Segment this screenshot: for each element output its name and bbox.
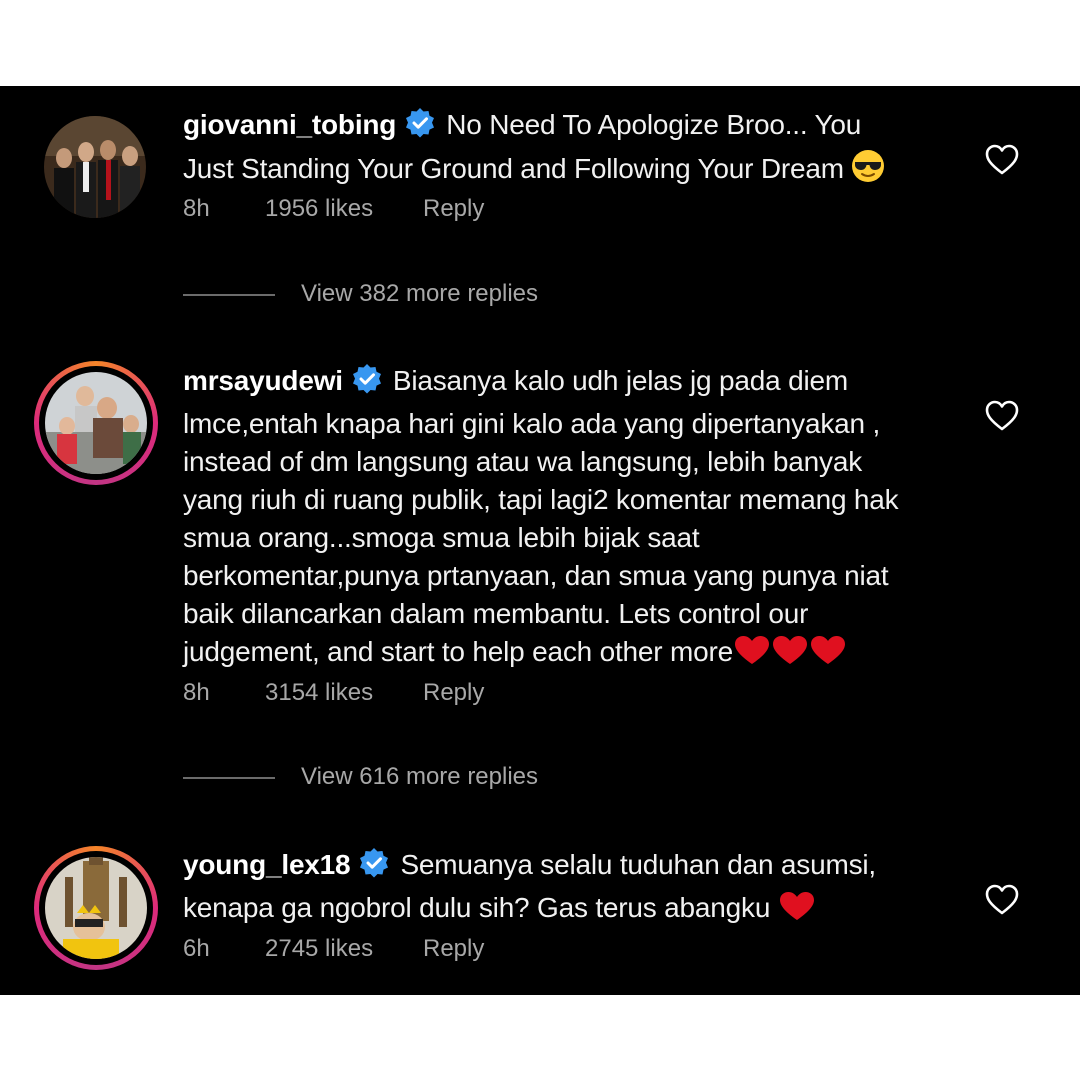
username[interactable]: young_lex18 — [183, 849, 351, 880]
timestamp: 6h — [183, 935, 210, 962]
sunglasses-emoji-icon — [851, 149, 885, 193]
verified-badge-icon — [404, 107, 436, 149]
username[interactable]: giovanni_tobing — [183, 109, 396, 140]
comment-body: mrsayudewi Biasanya kalo udh jelas jg pad… — [183, 362, 913, 676]
like-heart-icon[interactable] — [985, 144, 1019, 176]
thread-line — [183, 294, 275, 296]
like-heart-icon[interactable] — [985, 400, 1019, 432]
like-count[interactable]: 1956 likes — [265, 194, 373, 224]
avatar-mrsayudewi[interactable] — [34, 361, 158, 485]
avatar-young-lex18[interactable] — [34, 846, 158, 970]
view-replies-label: View 616 more replies — [301, 763, 539, 790]
reply-button[interactable]: Reply — [423, 678, 484, 708]
reply-button[interactable]: Reply — [423, 934, 484, 964]
verified-badge-icon — [351, 363, 383, 405]
reply-button[interactable]: Reply — [423, 194, 484, 224]
avatar-giovanni-tobing[interactable] — [44, 116, 146, 218]
thread-line — [183, 777, 275, 779]
verified-badge-icon — [358, 847, 390, 889]
red-heart-emoji-icon — [778, 890, 816, 932]
view-replies-button[interactable]: View 382 more replies — [183, 279, 683, 309]
red-heart-emoji-icon — [733, 634, 847, 676]
timestamp: 8h — [183, 679, 210, 706]
comment-body: young_lex18 Semuanya selalu tuduhan dan a… — [183, 846, 913, 932]
like-count[interactable]: 3154 likes — [265, 678, 373, 708]
comment-body: giovanni_tobing No Need To Apologize Broo… — [183, 106, 913, 193]
username[interactable]: mrsayudewi — [183, 365, 343, 396]
timestamp: 8h — [183, 195, 210, 222]
view-replies-label: View 382 more replies — [301, 280, 539, 307]
comments-panel: giovanni_tobing No Need To Apologize Broo… — [0, 86, 1080, 995]
avatar-photo — [45, 857, 147, 959]
like-count[interactable]: 2745 likes — [265, 934, 373, 964]
view-replies-button[interactable]: View 616 more replies — [183, 762, 683, 792]
like-heart-icon[interactable] — [985, 884, 1019, 916]
comment-text: Biasanya kalo udh jelas jg pada diem lmc… — [183, 365, 899, 667]
avatar-photo — [45, 372, 147, 474]
